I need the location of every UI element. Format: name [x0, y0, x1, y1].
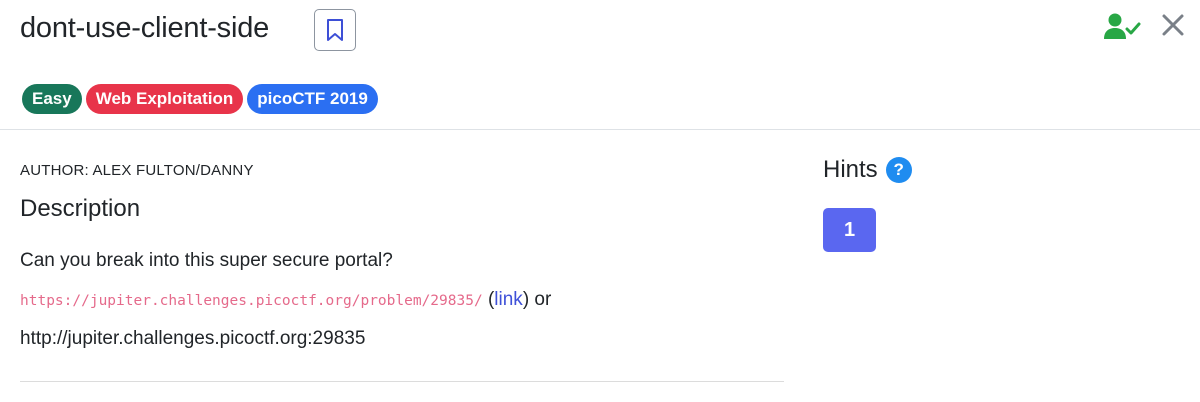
- question-circle-icon[interactable]: ?: [885, 157, 912, 183]
- event-tag: picoCTF 2019: [247, 84, 378, 114]
- challenge-header: dont-use-client-side Easy Web Exploitati…: [0, 0, 1200, 130]
- paren-close-or: ) or: [522, 289, 552, 310]
- description-heading: Description: [20, 195, 141, 222]
- hints-heading: Hints: [823, 156, 878, 183]
- challenge-body: AUTHOR: ALEX FULTON/DANNY Description Ca…: [0, 131, 1200, 402]
- challenge-url-code: https://jupiter.challenges.picoctf.org/p…: [20, 293, 483, 309]
- close-icon[interactable]: [1160, 12, 1186, 38]
- user-check-icon: [1104, 13, 1141, 39]
- category-tag: Web Exploitation: [85, 84, 244, 114]
- challenge-title: dont-use-client-side: [20, 12, 270, 44]
- hints-heading-row: Hints ?: [823, 156, 912, 184]
- description-text: Can you break into this super secure por…: [20, 250, 393, 271]
- paren-open: (: [482, 289, 495, 310]
- description-divider: [20, 381, 784, 382]
- tag-list: Easy Web Exploitation picoCTF 2019: [22, 84, 378, 114]
- alt-url-text: http://jupiter.challenges.picoctf.org:29…: [20, 328, 366, 349]
- hint-button-1[interactable]: 1: [823, 208, 876, 252]
- difficulty-tag: Easy: [22, 84, 82, 114]
- author-label: AUTHOR: ALEX FULTON/DANNY: [20, 162, 254, 179]
- challenge-link[interactable]: link: [494, 289, 523, 310]
- description-url-line: https://jupiter.challenges.picoctf.org/p…: [20, 289, 551, 311]
- bookmark-button[interactable]: [314, 9, 356, 51]
- bookmark-icon: [327, 19, 343, 41]
